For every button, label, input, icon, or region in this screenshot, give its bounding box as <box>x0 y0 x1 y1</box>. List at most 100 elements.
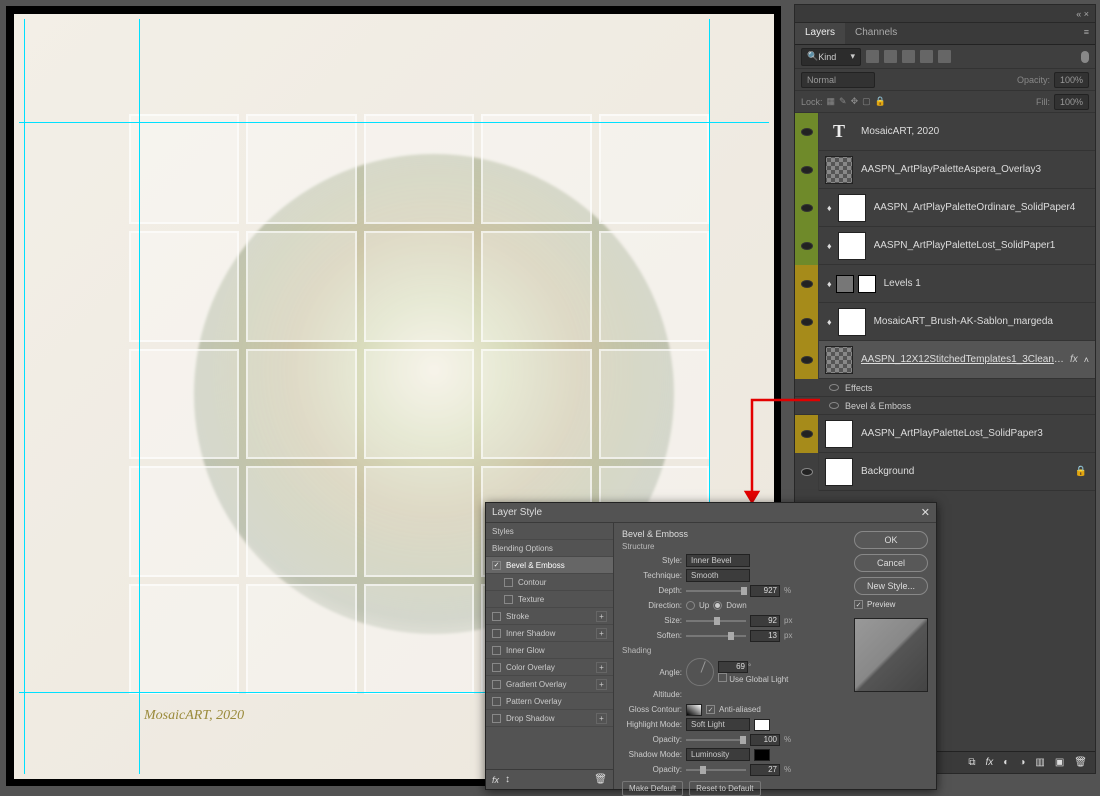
pattern-overlay-option[interactable]: Pattern Overlay <box>486 693 613 710</box>
dialog-titlebar[interactable]: Layer Style ✕ <box>486 503 936 523</box>
lock-pixel-icon[interactable]: ✎ <box>839 96 847 107</box>
layer-row-selected[interactable]: AASPN_12X12StitchedTemplates1_3CleanMask… <box>795 341 1095 379</box>
soften-input[interactable] <box>750 630 780 642</box>
visibility-toggle[interactable] <box>795 265 819 303</box>
style-select[interactable]: Inner Bevel <box>686 554 750 567</box>
stroke-option[interactable]: Stroke+ <box>486 608 613 625</box>
layer-name[interactable]: Background <box>861 466 1075 477</box>
highlight-color-swatch[interactable] <box>754 719 770 731</box>
depth-input[interactable] <box>750 585 780 597</box>
layer-name[interactable]: AASPN_ArtPlayPaletteOrdinare_SolidPaper4 <box>874 202 1095 213</box>
layer-name[interactable]: AASPN_12X12StitchedTemplates1_3CleanMask… <box>861 354 1070 365</box>
guide-vertical[interactable] <box>139 19 140 774</box>
visibility-toggle[interactable] <box>795 113 819 151</box>
visibility-toggle[interactable] <box>795 341 819 379</box>
effects-chevron-icon[interactable]: ˄ <box>1084 355 1089 365</box>
fill-input[interactable]: 100% <box>1054 94 1089 110</box>
lock-transparency-icon[interactable]: ▦ <box>827 96 836 107</box>
layer-name[interactable]: AASPN_ArtPlayPaletteLost_SolidPaper3 <box>861 428 1095 439</box>
direction-down-radio[interactable] <box>713 601 722 610</box>
angle-control[interactable] <box>686 658 714 686</box>
layer-row[interactable]: ♦ AASPN_ArtPlayPaletteLost_SolidPaper1 <box>795 227 1095 265</box>
fx-menu-icon[interactable]: fx <box>492 775 499 785</box>
blending-options[interactable]: Blending Options <box>486 540 613 557</box>
layer-row[interactable]: ♦ Levels 1 <box>795 265 1095 303</box>
layer-name[interactable]: MosaicART_Brush-AK-Sablon_margeda <box>874 316 1095 327</box>
blend-mode-select[interactable]: Normal <box>801 72 875 88</box>
layer-row[interactable]: Background 🔒 <box>795 453 1095 491</box>
panel-menu-icon[interactable]: ≡ <box>1078 23 1095 44</box>
direction-up-radio[interactable] <box>686 601 695 610</box>
layer-name[interactable]: AASPN_ArtPlayPaletteAspera_Overlay3 <box>861 164 1095 175</box>
highlight-opacity-slider[interactable] <box>686 739 746 741</box>
color-overlay-option[interactable]: Color Overlay+ <box>486 659 613 676</box>
new-style-button[interactable]: New Style... <box>854 577 928 595</box>
preview-checkbox[interactable]: ✓ <box>854 600 863 609</box>
effect-bevel-emboss[interactable]: Bevel & Emboss <box>795 397 1095 415</box>
visibility-toggle[interactable] <box>795 303 819 341</box>
texture-option[interactable]: Texture <box>486 591 613 608</box>
visibility-toggle[interactable] <box>795 189 819 227</box>
guide-horizontal[interactable] <box>19 122 769 123</box>
layer-row[interactable]: ♦ AASPN_ArtPlayPaletteOrdinare_SolidPape… <box>795 189 1095 227</box>
lock-position-icon[interactable]: ✥ <box>851 96 859 107</box>
contour-option[interactable]: Contour <box>486 574 613 591</box>
styles-preset[interactable]: Styles <box>486 523 613 540</box>
trash-icon[interactable]: 🗑 <box>594 774 607 785</box>
antialiased-checkbox[interactable]: ✓ <box>706 705 715 714</box>
delete-layer-icon[interactable]: 🗑 <box>1074 757 1087 768</box>
visibility-toggle[interactable] <box>795 151 819 189</box>
bevel-emboss-option[interactable]: ✓Bevel & Emboss <box>486 557 613 574</box>
gradient-overlay-option[interactable]: Gradient Overlay+ <box>486 676 613 693</box>
shadow-mode-select[interactable]: Luminosity <box>686 748 750 761</box>
guide-vertical[interactable] <box>24 19 25 774</box>
filter-shape-icon[interactable] <box>920 50 933 63</box>
size-slider[interactable] <box>686 620 746 622</box>
depth-slider[interactable] <box>686 590 746 592</box>
layer-style-dialog[interactable]: Layer Style ✕ Styles Blending Options ✓B… <box>485 502 937 790</box>
filter-pixel-icon[interactable] <box>866 50 879 63</box>
inner-glow-option[interactable]: Inner Glow <box>486 642 613 659</box>
visibility-toggle[interactable] <box>795 453 819 491</box>
layer-style-icon[interactable]: fx <box>986 757 994 768</box>
highlight-opacity-input[interactable] <box>750 734 780 746</box>
soften-slider[interactable] <box>686 635 746 637</box>
layer-row[interactable]: AASPN_ArtPlayPaletteLost_SolidPaper3 <box>795 415 1095 453</box>
layer-mask-icon[interactable]: ◐ <box>1003 757 1009 768</box>
fx-badge[interactable]: fx <box>1070 354 1078 365</box>
technique-select[interactable]: Smooth <box>686 569 750 582</box>
filter-adjustment-icon[interactable] <box>884 50 897 63</box>
opacity-input[interactable]: 100% <box>1054 72 1089 88</box>
tab-layers[interactable]: Layers <box>795 23 845 44</box>
layer-row[interactable]: AASPN_ArtPlayPaletteAspera_Overlay3 <box>795 151 1095 189</box>
arrow-up-icon[interactable]: ↕ <box>505 774 510 785</box>
size-input[interactable] <box>750 615 780 627</box>
layer-name[interactable]: MosaicART, 2020 <box>861 126 1095 137</box>
filter-smart-icon[interactable] <box>938 50 951 63</box>
tab-channels[interactable]: Channels <box>845 23 907 44</box>
shadow-opacity-input[interactable] <box>750 764 780 776</box>
lock-all-icon[interactable]: 🔒 <box>875 96 886 107</box>
gloss-contour-picker[interactable] <box>686 704 702 716</box>
highlight-mode-select[interactable]: Soft Light <box>686 718 750 731</box>
shadow-opacity-slider[interactable] <box>686 769 746 771</box>
effects-header[interactable]: Effects <box>795 379 1095 397</box>
angle-input[interactable] <box>718 661 748 673</box>
visibility-toggle[interactable] <box>795 415 819 453</box>
collapse-icon[interactable]: « × <box>1076 9 1089 19</box>
cancel-button[interactable]: Cancel <box>854 554 928 572</box>
adjustment-layer-icon[interactable]: ◑ <box>1019 757 1025 768</box>
filter-kind-select[interactable]: 🔍 Kind ▾ <box>801 48 861 66</box>
layer-name[interactable]: AASPN_ArtPlayPaletteLost_SolidPaper1 <box>874 240 1095 251</box>
lock-artboard-icon[interactable]: ▢ <box>862 96 871 107</box>
new-layer-icon[interactable]: ▣ <box>1055 757 1064 768</box>
link-layers-icon[interactable]: ⧉ <box>968 757 975 768</box>
drop-shadow-option[interactable]: Drop Shadow+ <box>486 710 613 727</box>
inner-shadow-option[interactable]: Inner Shadow+ <box>486 625 613 642</box>
layer-row[interactable]: T MosaicART, 2020 <box>795 113 1095 151</box>
close-icon[interactable]: ✕ <box>921 506 930 519</box>
visibility-toggle[interactable] <box>795 227 819 265</box>
filter-type-icon[interactable] <box>902 50 915 63</box>
shadow-color-swatch[interactable] <box>754 749 770 761</box>
global-light-checkbox[interactable] <box>718 673 727 682</box>
